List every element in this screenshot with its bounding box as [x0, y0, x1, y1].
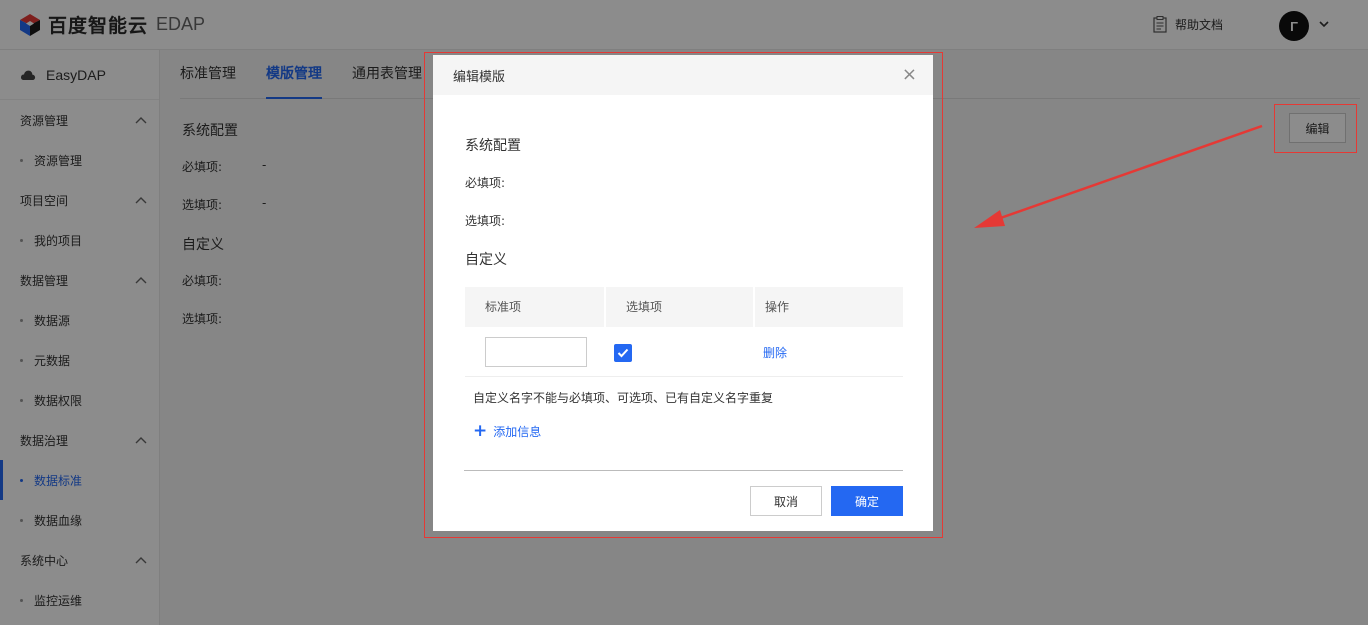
standard-item-input[interactable]	[485, 337, 587, 367]
check-icon	[617, 348, 629, 358]
add-info-button[interactable]: + 添加信息	[473, 423, 541, 440]
modal-title: 编辑模版	[453, 69, 506, 85]
modal-optional-label: 选填项:	[465, 214, 506, 228]
modal-system-config-title: 系统配置	[465, 138, 521, 154]
table-row: 删除	[465, 327, 903, 377]
modal-footer-divider	[464, 470, 903, 471]
confirm-button[interactable]: 确定	[831, 486, 903, 516]
custom-fields-table: 标准项 选填项 操作 删除	[465, 287, 903, 377]
custom-name-hint: 自定义名字不能与必填项、可选项、已有自定义名字重复	[473, 391, 774, 405]
plus-icon: +	[473, 421, 488, 441]
delete-link[interactable]: 删除	[763, 344, 787, 361]
table-header: 标准项 选填项 操作	[465, 287, 903, 327]
modal-required-label: 必填项:	[465, 176, 506, 190]
column-header-action: 操作	[765, 300, 790, 314]
edit-template-modal: 编辑模版 × 系统配置 必填项: 选填项: 自定义 标准项 选填项 操作 删除 …	[433, 55, 933, 531]
column-header-optional: 选填项	[606, 287, 755, 327]
modal-header: 编辑模版 ×	[433, 55, 933, 95]
edit-button-highlight	[1274, 104, 1357, 153]
cancel-button[interactable]: 取消	[750, 486, 822, 516]
add-info-label: 添加信息	[493, 425, 542, 439]
optional-checkbox[interactable]	[614, 344, 632, 362]
modal-custom-title: 自定义	[465, 252, 507, 268]
column-header-standard-item: 标准项	[465, 287, 606, 327]
close-icon[interactable]: ×	[902, 66, 917, 84]
